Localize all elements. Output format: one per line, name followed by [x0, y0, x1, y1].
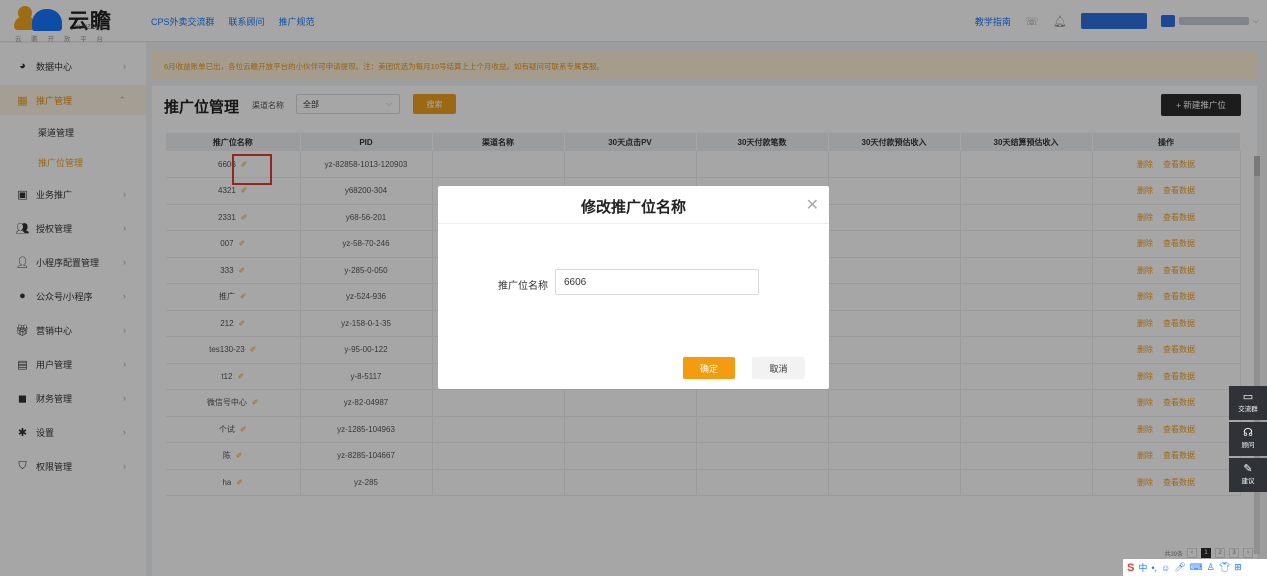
mic-icon: 🎤︎: [1174, 562, 1186, 572]
modal-field-label: 推广位名称: [498, 281, 548, 292]
float-label: 交流群: [1238, 406, 1258, 413]
skin-icon: ♙: [1206, 562, 1215, 572]
float-exchange-group-button[interactable]: ▭ 交流群: [1229, 386, 1267, 420]
ime-mode: 中: [1138, 563, 1148, 573]
chat-bubble-icon: ▭: [1242, 391, 1254, 403]
confirm-button[interactable]: 确定: [683, 357, 735, 379]
rename-modal: 修改推广位名称 ✕ 推广位名称 确定 取消: [438, 186, 829, 389]
keyboard-icon: ⌨: [1189, 562, 1203, 572]
float-label: 顾问: [1241, 442, 1255, 449]
ime-toolbar[interactable]: S 中 •, ☺ 🎤︎ ⌨ ♙ 👕︎ ⊞: [1123, 559, 1267, 576]
emoji-icon: ☺: [1161, 562, 1171, 573]
promo-slot-name-input[interactable]: [555, 269, 759, 295]
shirt-icon: 👕︎: [1218, 562, 1231, 572]
floating-toolbar: ▭ 交流群 ☊ 顾问 ✎ 建议: [1229, 386, 1267, 494]
toolbox-icon: ⊞: [1234, 562, 1242, 572]
punctuation-icon: •,: [1151, 562, 1158, 573]
edit-icon: ✎: [1243, 463, 1253, 475]
headset-icon: ☊: [1243, 427, 1253, 439]
cancel-button[interactable]: 取消: [752, 357, 805, 379]
close-icon[interactable]: ✕: [806, 195, 819, 215]
float-label: 建议: [1241, 478, 1255, 485]
sogou-logo-icon: S: [1127, 561, 1135, 574]
float-suggestion-button[interactable]: ✎ 建议: [1229, 458, 1267, 492]
modal-title: 修改推广位名称: [580, 199, 686, 216]
modal-divider: [438, 223, 829, 224]
float-consultant-button[interactable]: ☊ 顾问: [1229, 422, 1267, 456]
